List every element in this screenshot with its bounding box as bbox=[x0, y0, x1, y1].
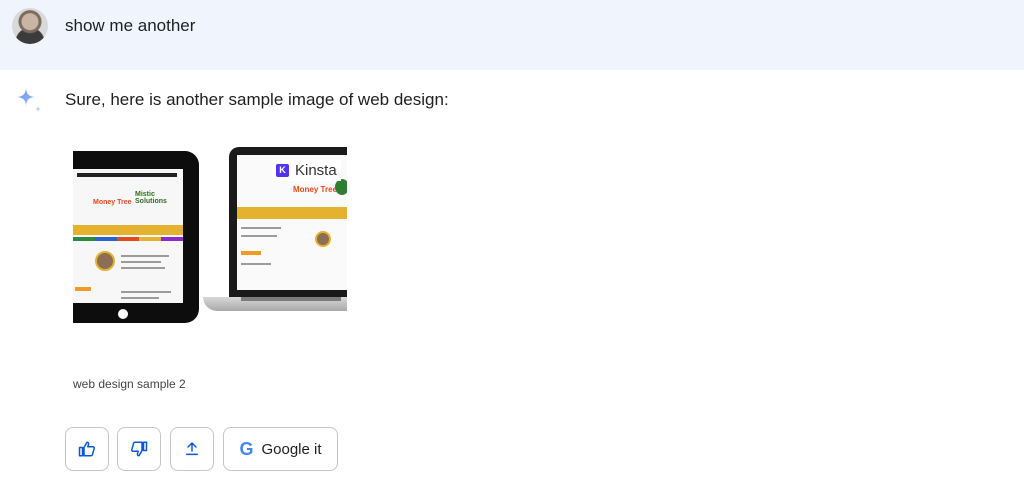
laptop-text-line bbox=[241, 263, 271, 265]
response-text: Sure, here is another sample image of we… bbox=[65, 90, 449, 109]
tablet-mockup: Money Tree Mistic Solutions bbox=[73, 151, 199, 323]
tablet-orange-button bbox=[75, 287, 91, 291]
tablet-text-line bbox=[121, 267, 165, 269]
kinsta-watermark-text: Kinsta bbox=[295, 162, 337, 179]
gemini-sparkle-icon bbox=[16, 87, 42, 113]
tablet-home-button bbox=[118, 309, 128, 319]
laptop-yellow-banner bbox=[237, 207, 347, 219]
thumbs-up-icon bbox=[78, 441, 96, 457]
laptop-text-line bbox=[241, 227, 281, 229]
user-prompt-text: show me another bbox=[65, 16, 196, 35]
google-it-label: Google it bbox=[261, 440, 322, 458]
tablet-site-subtitle: Mistic Solutions bbox=[135, 191, 167, 205]
google-g-icon: G bbox=[239, 438, 254, 459]
laptop-orange-button bbox=[241, 251, 261, 255]
share-button[interactable] bbox=[170, 427, 214, 471]
user-avatar bbox=[12, 8, 48, 44]
kinsta-watermark: K Kinsta bbox=[272, 160, 341, 181]
laptop-profile-photo bbox=[315, 231, 331, 247]
laptop-keyboard bbox=[241, 297, 341, 301]
tablet-text-line bbox=[121, 255, 169, 257]
laptop-site-title: Money Tree bbox=[293, 185, 338, 194]
user-message-row: show me another bbox=[0, 0, 1024, 70]
thumbs-down-button[interactable] bbox=[117, 427, 161, 471]
tablet-header-bar bbox=[77, 173, 177, 177]
thumbs-up-button[interactable] bbox=[65, 427, 109, 471]
tablet-yellow-banner bbox=[73, 225, 183, 235]
share-icon bbox=[185, 442, 199, 456]
tablet-screen: Money Tree Mistic Solutions bbox=[73, 169, 183, 303]
image-caption: web design sample 2 bbox=[73, 377, 186, 391]
thumbs-down-icon bbox=[130, 441, 148, 457]
google-it-button[interactable]: G Google it bbox=[223, 427, 338, 471]
tablet-profile-photo bbox=[95, 251, 115, 271]
tablet-nav-strip bbox=[73, 237, 183, 241]
tablet-site-title: Money Tree bbox=[93, 199, 132, 206]
tablet-text-line bbox=[121, 261, 161, 263]
tablet-text-line bbox=[121, 297, 159, 299]
kinsta-logo-icon: K bbox=[276, 164, 289, 177]
tablet-text-line bbox=[121, 291, 171, 293]
laptop-tree-graphic bbox=[335, 179, 347, 195]
laptop-text-line bbox=[241, 235, 277, 237]
